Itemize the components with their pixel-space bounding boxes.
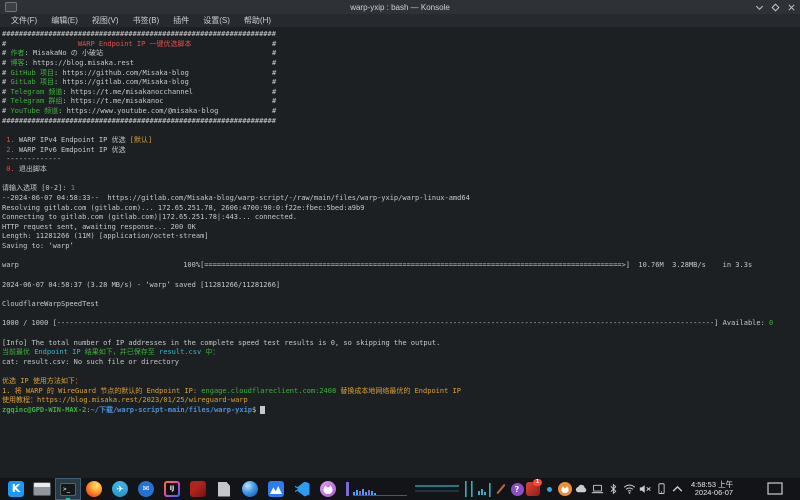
cloud-icon[interactable]	[574, 478, 588, 500]
bluetooth-icon[interactable]	[606, 478, 620, 500]
window-title: warp-yxip : bash — Konsole	[0, 3, 800, 12]
close-icon[interactable]	[787, 3, 796, 12]
terminal-line: ########################################…	[2, 30, 800, 40]
terminal-line: warp 100%[==============================…	[2, 261, 800, 271]
terminal-output[interactable]: ########################################…	[0, 27, 800, 478]
terminal-line: # GitHub 项目: https://github.com/Misaka-b…	[2, 69, 800, 79]
menu-bar: 文件(F)编辑(E)视图(V)书签(B)插件设置(S)帮助(H)	[0, 14, 800, 27]
terminal-line: 当前最优 Endpoint IP 结果如下，并已保存至 result.csv 中…	[2, 348, 800, 358]
terminal-line	[2, 252, 800, 262]
terminal-line: 1. 将 WARP 的 WireGuard 节点的默认的 Endpoint IP…	[2, 387, 800, 397]
menu-item[interactable]: 帮助(H)	[237, 15, 278, 26]
system-monitor-widget[interactable]	[345, 479, 493, 499]
terminal-line	[2, 175, 800, 185]
taskbar-tray: 1	[493, 478, 685, 500]
terminal-line: 1. WARP IPv4 Endpoint IP 优选 [默认]	[2, 136, 800, 146]
terminal-line	[2, 290, 800, 300]
terminal-line: # WARP Endpoint IP 一键优选脚本#	[2, 40, 800, 50]
window-titlebar[interactable]: warp-yxip : bash — Konsole	[0, 0, 800, 14]
terminal-line: Length: 11281266 (11M) [application/octe…	[2, 232, 800, 242]
menu-item[interactable]: 书签(B)	[126, 15, 167, 26]
menu-item[interactable]: 编辑(E)	[44, 15, 85, 26]
terminal-line: zgqinc@GPD-WIN-MAX-2:~/下载/warp-script-ma…	[2, 406, 800, 416]
clock[interactable]: 4:58:53 上午 2024-06-07	[691, 481, 733, 498]
help-badge-icon[interactable]	[510, 478, 524, 500]
terminal-line	[2, 329, 800, 339]
terminal-line: -------------	[2, 155, 800, 165]
document-icon[interactable]	[211, 478, 237, 500]
menu-item[interactable]: 视图(V)	[85, 15, 126, 26]
konsole-icon[interactable]	[55, 478, 81, 500]
terminal-line: Saving to: ‘warp’	[2, 242, 800, 252]
terminal-line: # Telegram 群组: https://t.me/misakanoc#	[2, 97, 800, 107]
notification-count-badge: 1	[533, 479, 542, 486]
clock-date: 2024-06-07	[691, 489, 733, 498]
terminal-line: Connecting to gitlab.com (gitlab.com)|17…	[2, 213, 800, 223]
telegram-icon[interactable]	[107, 478, 133, 500]
terminal-line: 1000 / 1000 [---------------------------…	[2, 319, 800, 329]
terminal-line: Resolving gitlab.com (gitlab.com)... 172…	[2, 204, 800, 214]
media-red-icon[interactable]	[185, 478, 211, 500]
file-manager-icon[interactable]	[29, 478, 55, 500]
terminal-line: cat: result.csv: No such file or directo…	[2, 358, 800, 368]
vscode-icon[interactable]	[289, 478, 315, 500]
terminal-line: # YouTube 频道: https://www.youtube.com/@m…	[2, 107, 800, 117]
terminal-line	[2, 367, 800, 377]
taskbar-launchers	[3, 478, 341, 500]
menu-item[interactable]: 插件	[166, 15, 196, 26]
terminal-line: 0. 退出脚本	[2, 165, 800, 175]
mountain-app-icon[interactable]	[263, 478, 289, 500]
terminal-line: 请输入选项 [0-2]: 1	[2, 184, 800, 194]
status-dot-icon[interactable]	[542, 478, 556, 500]
menu-item[interactable]: 设置(S)	[196, 15, 237, 26]
terminal-line: 2024-06-07 04:58:37 (3.28 MB/s) - ‘warp’…	[2, 281, 800, 291]
terminal-line	[2, 310, 800, 320]
terminal-line: # 博客: https://blog.misaka.rest#	[2, 59, 800, 69]
volume-muted-icon[interactable]	[638, 478, 652, 500]
phone-connect-icon[interactable]	[654, 478, 668, 500]
terminal-line: --2024-06-07 04:58:33-- https://gitlab.c…	[2, 194, 800, 204]
minimize-icon[interactable]	[755, 3, 764, 12]
browser-sphere-icon[interactable]	[237, 478, 263, 500]
clash-cat-icon[interactable]	[315, 478, 341, 500]
chevron-up-icon[interactable]	[670, 478, 684, 500]
thunderbird-icon[interactable]	[133, 478, 159, 500]
terminal-line	[2, 271, 800, 281]
terminal-line: 优选 IP 使用方法如下：	[2, 377, 800, 387]
cat-orange-icon[interactable]	[558, 478, 572, 500]
maximize-icon[interactable]	[771, 3, 780, 12]
firefox-icon[interactable]	[81, 478, 107, 500]
terminal-line: 使用教程：https://blog.misaka.rest/2023/01/25…	[2, 396, 800, 406]
terminal-line: ########################################…	[2, 117, 800, 127]
terminal-line: CloudflareWarpSpeedTest	[2, 300, 800, 310]
terminal-line: HTTP request sent, awaiting response... …	[2, 223, 800, 233]
kde-launcher-icon[interactable]	[3, 478, 29, 500]
show-desktop-icon[interactable]	[767, 482, 783, 496]
intellij-icon[interactable]	[159, 478, 185, 500]
menu-item[interactable]: 文件(F)	[4, 15, 44, 26]
terminal-line: [Info] The total number of IP addresses …	[2, 339, 800, 349]
notification-badge-icon[interactable]: 1	[526, 478, 540, 500]
terminal-line: # GitLab 项目: https://gitlab.com/Misaka-b…	[2, 78, 800, 88]
wifi-icon[interactable]	[622, 478, 636, 500]
taskbar: 1 4:58:53 上午 2024-06-07	[0, 478, 800, 500]
laptop-icon[interactable]	[590, 478, 604, 500]
terminal-line: # 作者: MisakaNo の 小破站#	[2, 49, 800, 59]
terminal-line	[2, 126, 800, 136]
terminal-line: 2. WARP IPv6 Emdpoint IP 优选	[2, 146, 800, 156]
stylus-icon[interactable]	[494, 478, 508, 500]
